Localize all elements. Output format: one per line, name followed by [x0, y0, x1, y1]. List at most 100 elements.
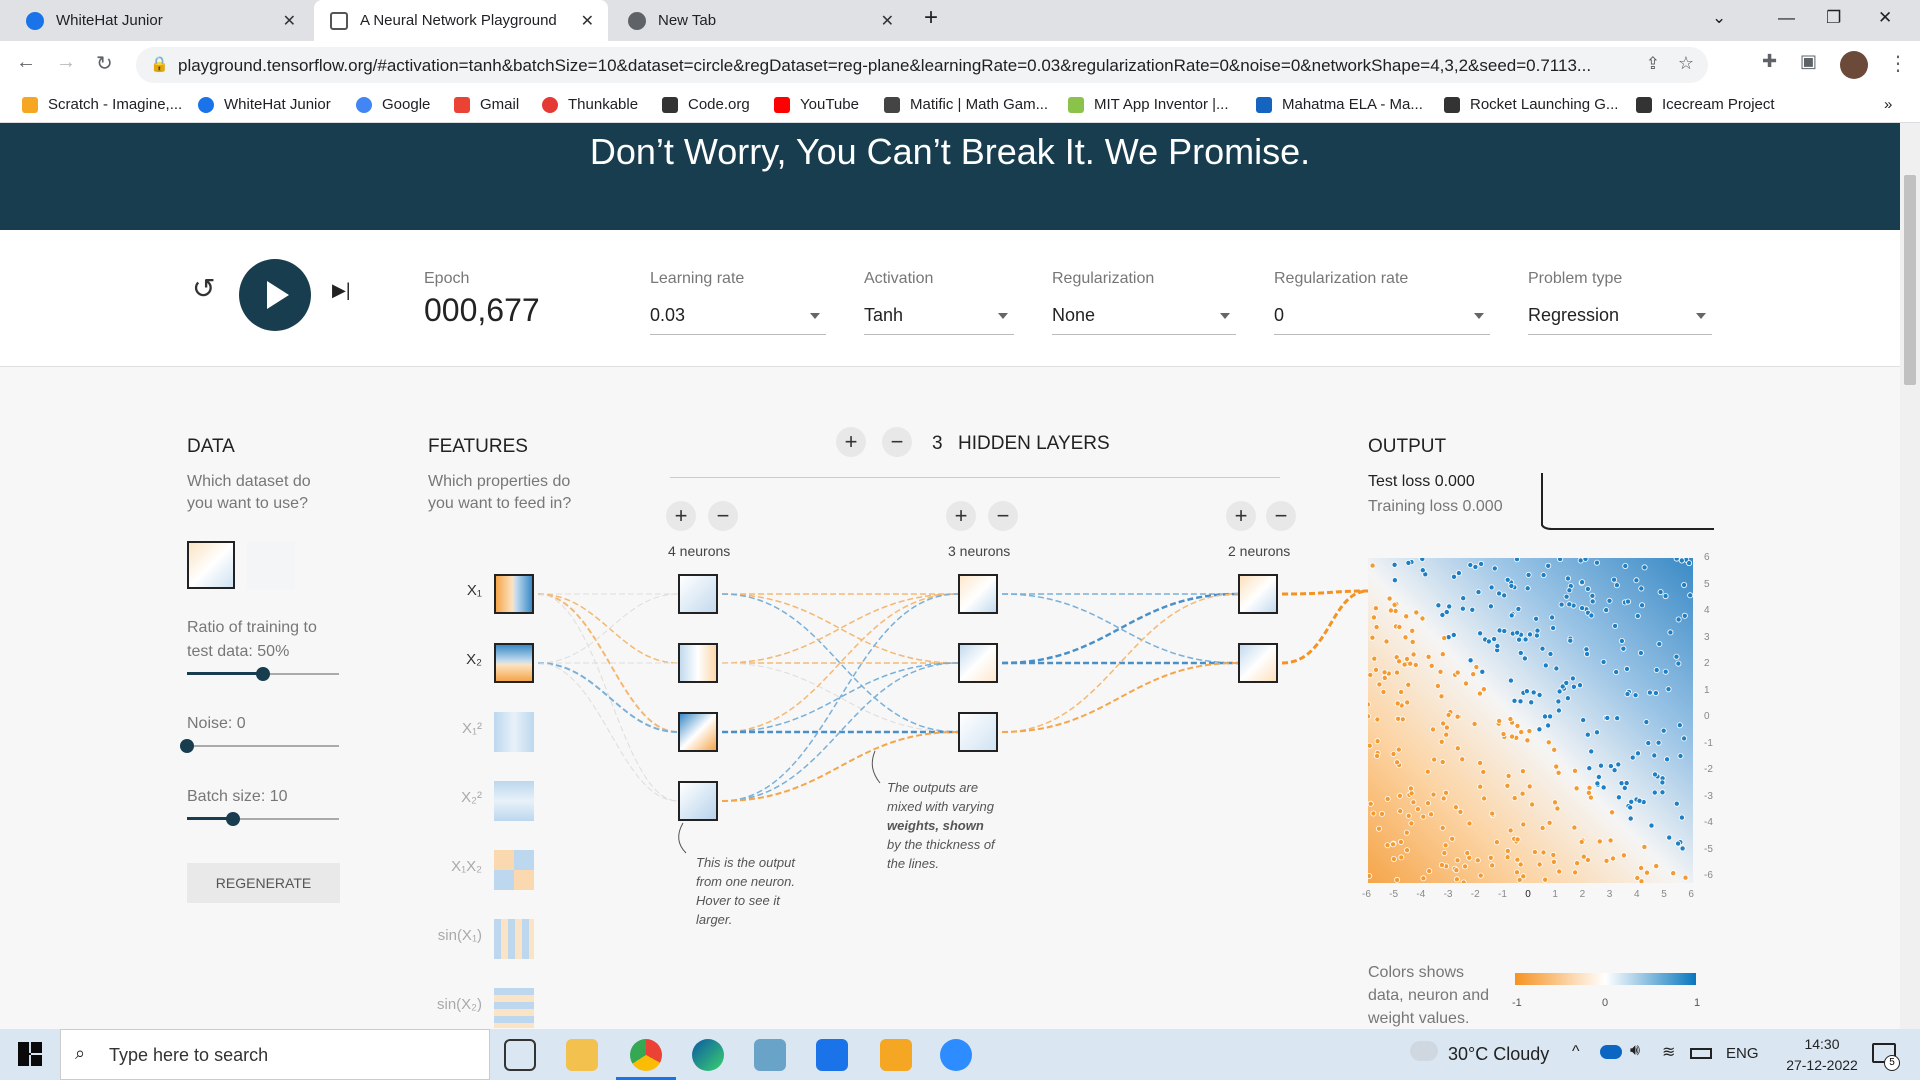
data-point	[1368, 742, 1373, 749]
app-icon[interactable]	[754, 1039, 786, 1071]
menu-icon[interactable]: ⋮	[1888, 51, 1908, 76]
data-point	[1529, 801, 1536, 808]
close-icon[interactable]: ✕	[283, 11, 296, 31]
neuron[interactable]	[1238, 574, 1278, 614]
close-window-button[interactable]: ✕	[1878, 8, 1892, 28]
bookmark-whitehat[interactable]: WhiteHat Junior	[198, 96, 331, 113]
data-point	[1386, 595, 1393, 602]
bookmark-appinventor[interactable]: MIT App Inventor |...	[1068, 96, 1229, 113]
bookmark-gmail[interactable]: Gmail	[454, 96, 519, 113]
neuron[interactable]	[958, 712, 998, 752]
reload-icon[interactable]: ↻	[96, 51, 113, 76]
battery-icon[interactable]	[1690, 1048, 1712, 1059]
edge-icon[interactable]	[692, 1039, 724, 1071]
bookmark-mahatma[interactable]: Mahatma ELA - Ma...	[1256, 96, 1423, 113]
neuron[interactable]	[958, 574, 998, 614]
scratch-icon[interactable]	[880, 1039, 912, 1071]
y-tick-label: -1	[1704, 737, 1713, 749]
thunkable-icon	[542, 96, 558, 113]
data-point	[1371, 655, 1378, 662]
neuron[interactable]	[958, 643, 998, 683]
page-scrollbar[interactable]	[1900, 123, 1920, 1029]
address-bar[interactable]: 🔒 playground.tensorflow.org/#activation=…	[136, 47, 1708, 83]
bookmark-rocket[interactable]: Rocket Launching G...	[1444, 96, 1618, 113]
maximize-button[interactable]: ❐	[1826, 8, 1841, 28]
neuron[interactable]	[1238, 643, 1278, 683]
data-point	[1593, 729, 1600, 736]
task-view-icon[interactable]	[504, 1039, 536, 1071]
chevron-down-icon[interactable]	[1696, 313, 1706, 319]
bookmark-youtube[interactable]: YouTube	[774, 96, 859, 113]
data-point	[1603, 607, 1610, 614]
onedrive-icon[interactable]	[1600, 1045, 1622, 1059]
neuron[interactable]	[678, 712, 718, 752]
problem-type-select[interactable]: Regression	[1528, 305, 1619, 326]
bookmark-thunkable[interactable]: Thunkable	[542, 96, 638, 113]
back-icon[interactable]: ←	[16, 51, 36, 74]
tab-playground[interactable]: A Neural Network Playground ✕	[314, 0, 608, 41]
forward-icon[interactable]: →	[56, 51, 76, 74]
clock-date[interactable]: 27-12-2022	[1780, 1057, 1864, 1073]
sidepanel-icon[interactable]: ▣	[1800, 51, 1817, 72]
data-point	[1469, 606, 1476, 613]
new-tab-button[interactable]: +	[924, 4, 938, 32]
data-point	[1428, 662, 1435, 669]
chevron-up-icon[interactable]: ^	[1572, 1043, 1580, 1061]
data-point	[1403, 829, 1410, 836]
chevron-down-icon[interactable]	[1474, 313, 1484, 319]
star-icon[interactable]: ☆	[1678, 53, 1694, 74]
mail-icon[interactable]	[816, 1039, 848, 1071]
data-point	[1582, 558, 1589, 562]
weight-line	[721, 593, 959, 664]
data-point	[1500, 731, 1507, 738]
data-point	[1504, 854, 1511, 861]
tab-newtab[interactable]: New Tab ✕	[612, 0, 908, 41]
data-point	[1394, 876, 1401, 883]
tab-search-icon[interactable]: ⌄	[1712, 8, 1726, 28]
volume-icon[interactable]: 🔊︎	[1630, 1042, 1640, 1060]
bookmark-google[interactable]: Google	[356, 96, 430, 113]
data-point	[1675, 840, 1682, 847]
windows-start-icon[interactable]	[18, 1042, 42, 1066]
clock-time[interactable]: 14:30	[1792, 1036, 1852, 1052]
bookmark-matific[interactable]: Matific | Math Gam...	[884, 96, 1048, 113]
zoom-icon[interactable]	[940, 1039, 972, 1071]
taskbar-search[interactable]: ⌕ Type here to search	[60, 1029, 490, 1080]
bookmarks-more[interactable]: »	[1884, 96, 1892, 113]
color-scale-bar	[1515, 973, 1696, 985]
wifi-icon[interactable]: ≋	[1662, 1042, 1675, 1062]
extensions-icon[interactable]: ✚	[1762, 51, 1777, 72]
neuron[interactable]	[678, 574, 718, 614]
data-point	[1517, 698, 1524, 705]
windows-taskbar: ⌕ Type here to search 30°C Cloudy ^ 🔊︎ ≋…	[0, 1029, 1920, 1080]
data-point	[1566, 601, 1573, 608]
language-indicator[interactable]: ENG	[1726, 1045, 1759, 1062]
minimize-button[interactable]: —	[1778, 8, 1795, 28]
close-icon[interactable]: ✕	[581, 11, 594, 31]
data-point	[1624, 598, 1631, 605]
weather-text[interactable]: 30°C Cloudy	[1448, 1044, 1549, 1065]
data-point	[1408, 820, 1415, 827]
share-icon[interactable]: ⇪	[1646, 54, 1660, 74]
bookmark-scratch[interactable]: Scratch - Imagine,...	[22, 96, 182, 113]
data-point	[1373, 666, 1379, 673]
chrome-icon[interactable]	[630, 1039, 662, 1071]
annotation-neuron: This is the output from one neuron. Hove…	[696, 853, 795, 929]
data-point	[1487, 854, 1494, 861]
bookmark-codeorg[interactable]: Code.org	[662, 96, 750, 113]
close-icon[interactable]: ✕	[881, 11, 894, 31]
tab-whitehat[interactable]: WhiteHat Junior ✕	[10, 0, 310, 41]
neuron[interactable]	[678, 781, 718, 821]
avatar[interactable]	[1840, 51, 1868, 79]
file-explorer-icon[interactable]	[566, 1039, 598, 1071]
output-heatmap[interactable]	[1368, 558, 1693, 883]
data-point	[1584, 651, 1591, 658]
data-point	[1402, 634, 1409, 641]
bookmark-icecream[interactable]: Icecream Project	[1636, 96, 1775, 113]
neuron[interactable]	[678, 643, 718, 683]
data-point	[1374, 752, 1381, 759]
data-point	[1474, 857, 1481, 864]
y-tick-label: 3	[1704, 631, 1710, 643]
data-point	[1437, 668, 1444, 675]
scrollbar-thumb[interactable]	[1904, 175, 1916, 385]
